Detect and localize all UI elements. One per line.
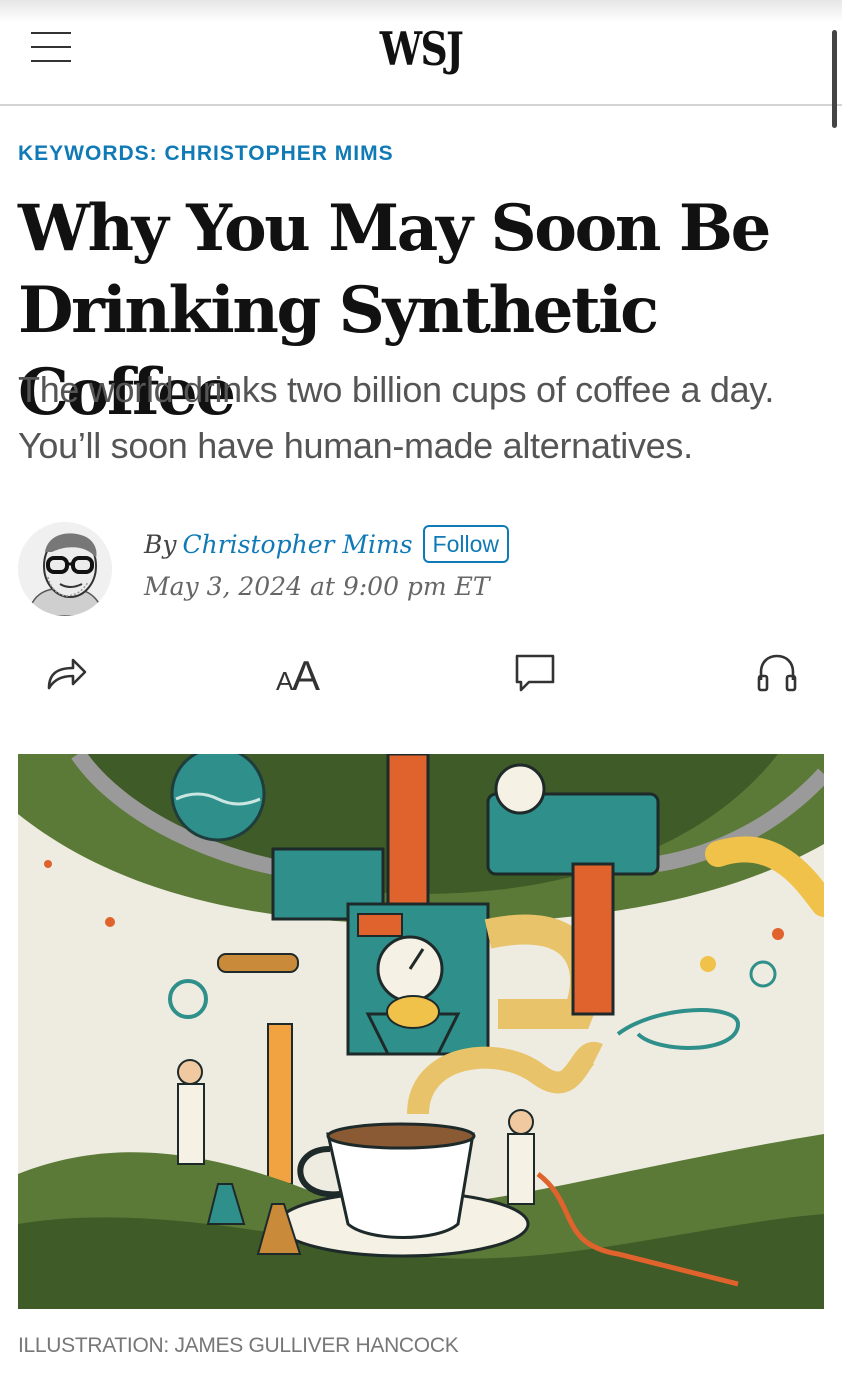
hamburger-menu-icon[interactable] (31, 30, 71, 64)
author-link[interactable]: Christopher Mims (183, 530, 413, 559)
headphones-icon[interactable] (755, 650, 799, 694)
comment-bubble-icon[interactable] (513, 650, 557, 694)
scrollbar[interactable] (832, 30, 837, 128)
text-size-icon[interactable]: A A (276, 650, 326, 699)
image-caption: ILLUSTRATION: JAMES GULLIVER HANCOCK (18, 1334, 459, 1357)
byline: By Christopher Mims Follow (144, 524, 509, 564)
author-avatar[interactable] (18, 522, 112, 616)
publish-date: May 3, 2024 at 9:00 pm ET (144, 572, 490, 601)
hero-illustration[interactable] (18, 754, 824, 1309)
coffee-machine-illustration (18, 754, 824, 1309)
wsj-logo[interactable]: WSJ (76, 22, 766, 76)
byline-prefix: By (144, 529, 177, 559)
follow-button[interactable]: Follow (422, 525, 509, 563)
text-size-large-a: A (292, 652, 320, 694)
share-arrow-icon[interactable] (43, 650, 87, 694)
article-dek: The world drinks two billion cups of cof… (18, 369, 775, 466)
keywords-label[interactable]: KEYWORDS: CHRISTOPHER MIMS (18, 142, 394, 166)
author-portrait-illustration (18, 522, 112, 616)
site-header: WSJ (0, 0, 842, 106)
